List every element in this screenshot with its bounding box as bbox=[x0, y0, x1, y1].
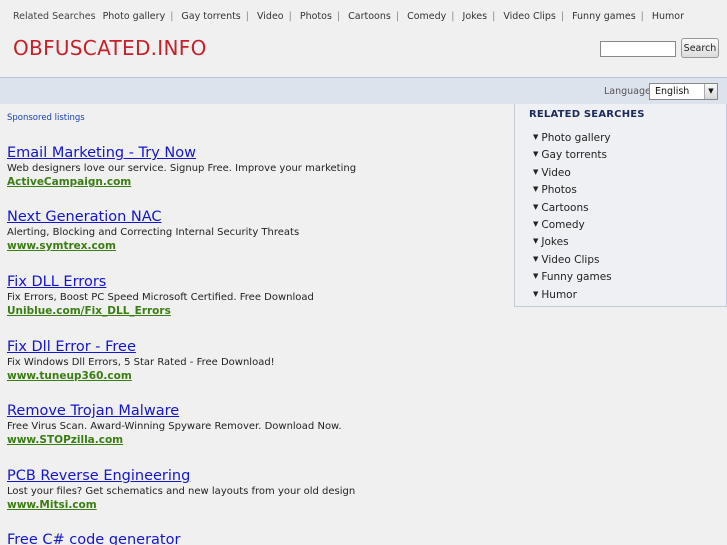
bullet-arrow-icon: ▼ bbox=[533, 220, 539, 229]
site-logo[interactable]: OBFUSCATED.INFO bbox=[13, 36, 207, 60]
related-search-item[interactable]: ▼ Gay torrents bbox=[533, 146, 612, 163]
listing-item: PCB Reverse Engineering Lost your files?… bbox=[7, 467, 355, 513]
top-nav-link[interactable]: Humor bbox=[652, 11, 684, 22]
search-input[interactable] bbox=[600, 41, 676, 57]
related-search-item[interactable]: ▼ Video bbox=[533, 164, 612, 181]
related-search-label[interactable]: Cartoons bbox=[541, 202, 588, 214]
listing-description: Lost your files? Get schematics and new … bbox=[7, 486, 356, 497]
language-select[interactable]: English ▼ bbox=[649, 83, 718, 100]
top-nav-separator: | bbox=[170, 11, 174, 22]
related-search-label[interactable]: Comedy bbox=[541, 219, 584, 231]
bullet-arrow-icon: ▼ bbox=[533, 289, 539, 298]
listing-title-link[interactable]: Remove Trojan Malware bbox=[7, 402, 342, 420]
listing-item: Free C# code generator bbox=[7, 531, 180, 545]
listing-item: Email Marketing - Try Now Web designers … bbox=[7, 144, 356, 190]
listing-description: Web designers love our service. Signup F… bbox=[7, 163, 357, 174]
bullet-arrow-icon: ▼ bbox=[533, 272, 539, 281]
search-button[interactable]: Search bbox=[681, 38, 719, 58]
top-nav-link[interactable]: Comedy bbox=[407, 11, 446, 22]
related-search-item[interactable]: ▼ Photo gallery bbox=[533, 129, 612, 146]
listing-url-link[interactable]: www.symtrex.com bbox=[7, 239, 299, 254]
bullet-arrow-icon: ▼ bbox=[533, 133, 539, 141]
listing-url-link[interactable]: www.STOPzilla.com bbox=[7, 433, 342, 448]
top-nav-link[interactable]: Funny games bbox=[572, 11, 636, 22]
listing-title-link[interactable]: Next Generation NAC bbox=[7, 208, 299, 226]
top-nav-link[interactable]: Video Clips bbox=[503, 11, 556, 22]
top-nav-label: Related Searches bbox=[13, 11, 96, 22]
listing-url-link[interactable]: ActiveCampaign.com bbox=[7, 175, 356, 190]
top-nav-link[interactable]: Jokes bbox=[463, 11, 488, 22]
language-selected-value: English bbox=[655, 86, 690, 97]
related-search-item[interactable]: ▼ Cartoons bbox=[533, 199, 612, 216]
related-search-label[interactable]: Photo gallery bbox=[541, 132, 610, 144]
top-nav-separator: | bbox=[492, 11, 496, 22]
listing-description: Fix Errors, Boost PC Speed Microsoft Cer… bbox=[7, 292, 314, 303]
top-nav-separator: | bbox=[245, 11, 249, 22]
listing-item: Next Generation NAC Alerting, Blocking a… bbox=[7, 208, 299, 254]
related-search-label[interactable]: Jokes bbox=[541, 236, 568, 248]
related-search-label[interactable]: Funny games bbox=[541, 271, 611, 283]
language-bar: Language: English ▼ bbox=[0, 77, 727, 104]
top-nav-separator: | bbox=[451, 11, 455, 22]
top-nav-separator: | bbox=[288, 11, 292, 22]
top-nav-link[interactable]: Photo gallery bbox=[103, 11, 166, 22]
related-searches-panel: RELATED SEARCHES ▼ Photo gallery ▼ Gay tor… bbox=[514, 104, 727, 307]
bullet-arrow-icon: ▼ bbox=[533, 185, 539, 194]
related-search-item[interactable]: ▼ Comedy bbox=[533, 216, 612, 233]
listing-item: Remove Trojan Malware Free Virus Scan. A… bbox=[7, 402, 342, 448]
listing-description: Fix Windows Dll Errors, 5 Star Rated - F… bbox=[7, 357, 275, 368]
related-search-label[interactable]: Photos bbox=[541, 184, 576, 196]
listing-url-link[interactable]: www.Mitsi.com bbox=[7, 498, 355, 513]
related-searches-heading: RELATED SEARCHES bbox=[529, 109, 645, 120]
related-search-label[interactable]: Gay torrents bbox=[541, 149, 607, 161]
related-search-label[interactable]: Humor bbox=[541, 289, 577, 301]
top-nav-separator: | bbox=[336, 11, 341, 22]
bullet-arrow-icon: ▼ bbox=[533, 150, 539, 159]
top-nav-link[interactable]: Photos bbox=[300, 11, 332, 22]
listing-description: Free Virus Scan. Award-Winning Spyware R… bbox=[7, 421, 342, 432]
bullet-arrow-icon: ▼ bbox=[533, 167, 539, 176]
listing-title-link[interactable]: PCB Reverse Engineering bbox=[7, 467, 355, 485]
listing-description: Alerting, Blocking and Correcting Intern… bbox=[7, 227, 300, 238]
top-nav: Related Searches Photo gallery | Gay torr… bbox=[13, 11, 684, 22]
related-search-item[interactable]: ▼ Photos bbox=[533, 181, 612, 198]
listing-url-link[interactable]: Uniblue.com/Fix_DLL_Errors bbox=[7, 304, 314, 319]
related-search-item[interactable]: ▼ Humor bbox=[533, 286, 612, 303]
related-search-item[interactable]: ▼ Video Clips bbox=[533, 251, 612, 268]
top-nav-separator: | bbox=[560, 11, 565, 22]
related-searches-list: ▼ Photo gallery ▼ Gay torrents ▼ Video ▼ Pho… bbox=[533, 129, 612, 303]
bullet-arrow-icon: ▼ bbox=[533, 254, 539, 263]
listing-item: Fix DLL Errors Fix Errors, Boost PC Spee… bbox=[7, 273, 314, 319]
related-search-label[interactable]: Video bbox=[541, 167, 570, 179]
bullet-arrow-icon: ▼ bbox=[533, 202, 539, 211]
listing-title-link[interactable]: Free C# code generator bbox=[7, 531, 180, 545]
sponsored-label: Sponsored listings bbox=[7, 113, 85, 123]
related-search-label[interactable]: Video Clips bbox=[541, 254, 599, 266]
listing-title-link[interactable]: Fix Dll Error - Free bbox=[7, 338, 275, 356]
top-nav-link[interactable]: Video bbox=[257, 11, 284, 22]
listing-item: Fix Dll Error - Free Fix Windows Dll Err… bbox=[7, 338, 275, 384]
listing-url-link[interactable]: www.tuneup360.com bbox=[7, 369, 275, 384]
listing-title-link[interactable]: Email Marketing - Try Now bbox=[7, 144, 356, 162]
listing-title-link[interactable]: Fix DLL Errors bbox=[7, 273, 314, 291]
related-search-item[interactable]: ▼ Funny games bbox=[533, 268, 612, 285]
top-nav-separator: | bbox=[395, 11, 400, 22]
top-nav-link[interactable]: Gay torrents bbox=[181, 11, 240, 22]
top-nav-separator: | bbox=[640, 11, 644, 22]
language-label: Language: bbox=[604, 86, 655, 97]
chevron-down-icon[interactable]: ▼ bbox=[704, 84, 717, 99]
bullet-arrow-icon: ▼ bbox=[533, 237, 539, 246]
related-search-item[interactable]: ▼ Jokes bbox=[533, 233, 612, 250]
top-nav-link[interactable]: Cartoons bbox=[348, 11, 391, 22]
